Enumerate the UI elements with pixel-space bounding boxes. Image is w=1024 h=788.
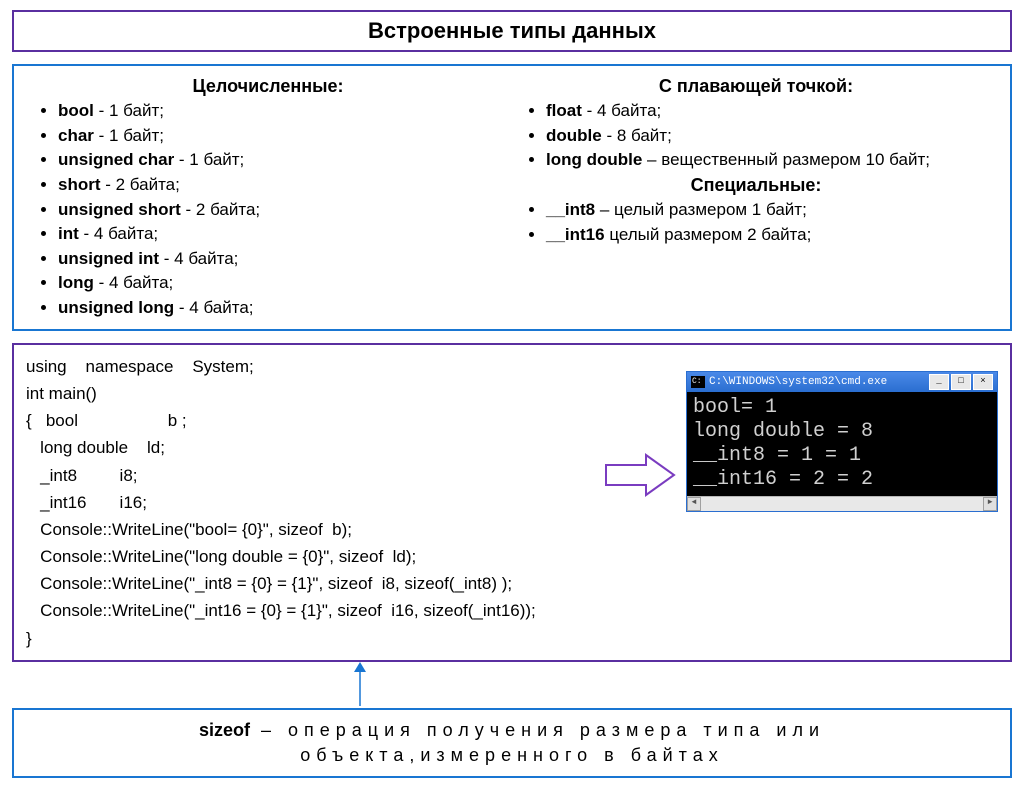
float-header: С плавающей точкой:: [512, 76, 1000, 97]
list-item: unsigned int - 4 байта;: [58, 247, 512, 272]
special-list: __int8 – целый размером 1 байт; __int16 …: [512, 198, 1000, 247]
float-special-col: С плавающей точкой: float - 4 байта; dou…: [512, 74, 1000, 321]
list-item: long double – вещественный размером 10 б…: [546, 148, 1000, 173]
scroll-left-icon[interactable]: ◄: [687, 497, 701, 511]
minimize-button[interactable]: _: [929, 374, 949, 390]
float-list: float - 4 байта; double - 8 байт; long d…: [512, 99, 1000, 173]
list-item: double - 8 байт;: [546, 124, 1000, 149]
arrow-up-icon: [352, 662, 368, 706]
console-scrollbar[interactable]: ◄ ►: [687, 496, 997, 511]
list-item: long - 4 байта;: [58, 271, 512, 296]
list-item: bool - 1 байт;: [58, 99, 512, 124]
page-title: Встроенные типы данных: [12, 10, 1012, 52]
special-header: Специальные:: [512, 175, 1000, 196]
list-item: int - 4 байта;: [58, 222, 512, 247]
integer-header: Целочисленные:: [24, 76, 512, 97]
sizeof-keyword: sizeof: [199, 720, 250, 740]
list-item: __int16 целый размером 2 байта;: [546, 223, 1000, 248]
scroll-right-icon[interactable]: ►: [983, 497, 997, 511]
list-item: unsigned long - 4 байта;: [58, 296, 512, 321]
cmd-icon: C:: [691, 376, 705, 388]
code-area: using namespace System; int main() { boo…: [12, 343, 1012, 662]
list-item: short - 2 байта;: [58, 173, 512, 198]
console-title: C:\WINDOWS\system32\cmd.exe: [709, 372, 929, 392]
list-item: unsigned short - 2 байта;: [58, 198, 512, 223]
list-item: __int8 – целый размером 1 байт;: [546, 198, 1000, 223]
footer-text-1: – операция получения размера типа или: [250, 720, 825, 740]
maximize-button[interactable]: □: [951, 374, 971, 390]
close-button[interactable]: ×: [973, 374, 993, 390]
list-item: char - 1 байт;: [58, 124, 512, 149]
list-item: float - 4 байта;: [546, 99, 1000, 124]
console-window: C: C:\WINDOWS\system32\cmd.exe _ □ × boo…: [686, 371, 998, 512]
list-item: unsigned char - 1 байт;: [58, 148, 512, 173]
footer-note: sizeof – операция получения размера типа…: [12, 708, 1012, 778]
integer-list: bool - 1 байт; char - 1 байт; unsigned c…: [24, 99, 512, 321]
types-panel: Целочисленные: bool - 1 байт; char - 1 б…: [12, 64, 1012, 331]
integer-types-col: Целочисленные: bool - 1 байт; char - 1 б…: [24, 74, 512, 321]
console-output: bool= 1 long double = 8 __int8 = 1 = 1 _…: [687, 392, 997, 496]
footer-text-2: объекта,измеренного в байтах: [300, 745, 723, 765]
console-titlebar: C: C:\WINDOWS\system32\cmd.exe _ □ ×: [687, 372, 997, 392]
arrow-right-icon: [604, 453, 676, 497]
